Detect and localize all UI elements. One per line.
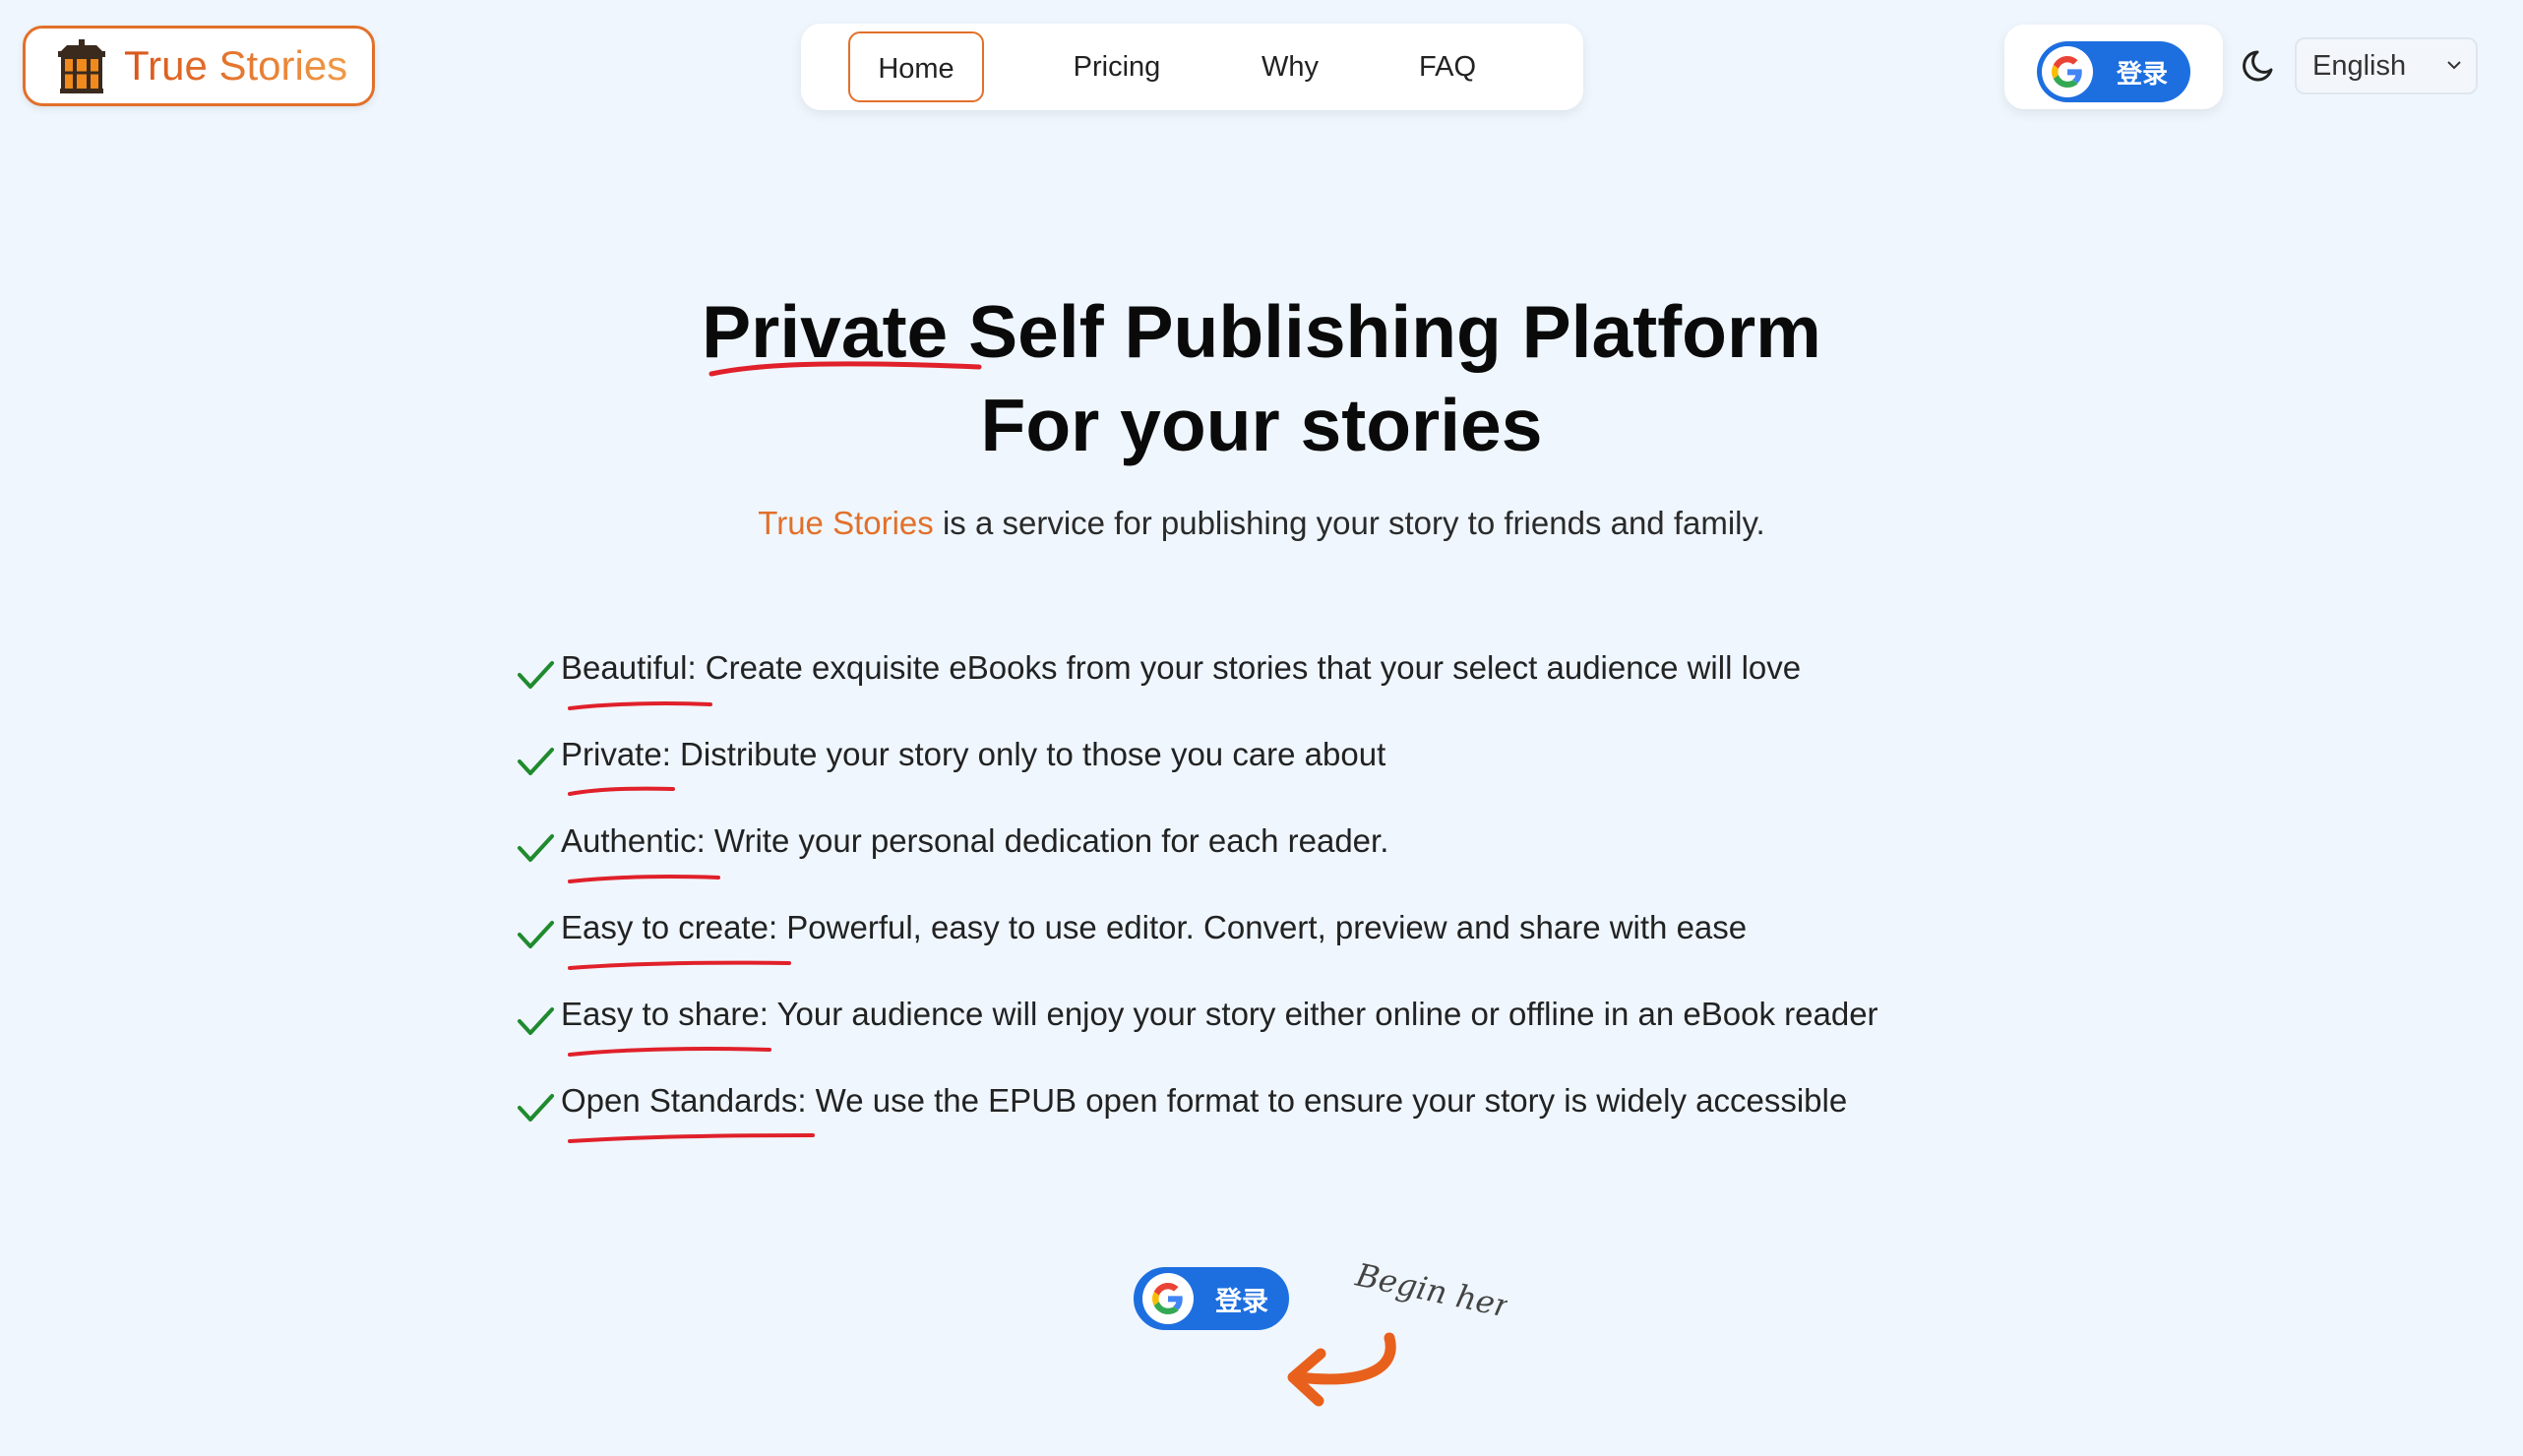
subtitle-brand: True Stories	[758, 505, 934, 541]
feature-title: Easy to create	[561, 909, 791, 970]
signin-label: 登录	[2117, 59, 2169, 90]
language-select[interactable]: English	[2295, 37, 2478, 94]
feature-list: Beautiful : Create exquisite eBooks from…	[516, 649, 2090, 1169]
signin-card: 登录	[2004, 25, 2223, 109]
hero-title-line2: For your stories	[980, 384, 1543, 466]
nav-pricing[interactable]: Pricing	[1043, 31, 1191, 102]
feature-title-text: Open Standards	[561, 1082, 798, 1119]
feature-underline	[568, 786, 675, 796]
feature-item: Authentic : Write your personal dedicati…	[516, 822, 2090, 909]
language-value: English	[2312, 50, 2407, 82]
brand-name: True Stories	[124, 42, 348, 89]
feature-text: : Your audience will enjoy your story ei…	[759, 996, 1878, 1032]
hero-subtitle: True Stories is a service for publishing…	[0, 505, 2523, 542]
feature-title: Beautiful	[561, 649, 712, 710]
brand-logo[interactable]: True Stories	[23, 26, 375, 106]
feature-title: Private	[561, 736, 675, 796]
feature-item: Private : Distribute your story only to …	[516, 736, 2090, 822]
check-icon	[518, 748, 554, 775]
check-icon	[518, 921, 554, 948]
google-signin-button[interactable]: 登录	[2037, 41, 2190, 102]
nav-faq[interactable]: FAQ	[1403, 31, 1492, 102]
feature-item: Beautiful : Create exquisite eBooks from…	[516, 649, 2090, 736]
feature-underline	[568, 960, 791, 970]
cta-google-signin-button[interactable]: 登录	[1134, 1267, 1289, 1330]
subtitle-text: is a service for publishing your story t…	[933, 505, 1765, 541]
cta-signin-label: 登录	[1215, 1286, 1268, 1317]
check-icon	[518, 1094, 554, 1122]
title-highlight-wrap: Private	[702, 285, 982, 378]
feature-title-text: Beautiful	[561, 649, 688, 686]
feature-underline	[568, 875, 720, 883]
check-icon	[518, 661, 554, 689]
feature-item: Easy to create : Powerful, easy to use e…	[516, 909, 2090, 996]
feature-title-text: Easy to create	[561, 909, 769, 945]
begin-here-text: Begin here	[1352, 1259, 1508, 1328]
feature-item: Easy to share : Your audience will enjoy…	[516, 996, 2090, 1082]
nav-why[interactable]: Why	[1236, 31, 1344, 102]
chevron-down-icon	[2447, 61, 2461, 70]
feature-text: : We use the EPUB open format to ensure …	[797, 1082, 1848, 1119]
google-icon	[1142, 1273, 1194, 1324]
feature-title: Open Standards	[561, 1082, 815, 1143]
feature-title-text: Private	[561, 736, 662, 772]
feature-title: Authentic	[561, 822, 720, 883]
feature-underline	[568, 701, 712, 710]
check-icon	[518, 1007, 554, 1035]
hero-title: Private Self Publishing Platform	[0, 285, 2523, 378]
feature-text: : Distribute your story only to those yo…	[661, 736, 1386, 772]
check-icon	[518, 834, 554, 862]
feature-text: : Write your personal dedication for eac…	[696, 822, 1389, 859]
feature-title: Easy to share	[561, 996, 771, 1057]
main-nav: Home Pricing Why FAQ	[801, 24, 1583, 110]
feature-item: Open Standards : We use the EPUB open fo…	[516, 1082, 2090, 1169]
nav-home[interactable]: Home	[848, 31, 984, 102]
begin-here-hint: Begin here	[1352, 1259, 1508, 1328]
title-rest: Self Publishing Platform	[948, 290, 1821, 373]
google-icon	[2042, 46, 2093, 97]
lantern-icon	[58, 39, 105, 93]
feature-title-text: Easy to share	[561, 996, 760, 1032]
feature-text: : Create exquisite eBooks from your stor…	[687, 649, 1802, 686]
curved-arrow-icon	[1287, 1332, 1396, 1407]
feature-underline	[568, 1047, 771, 1057]
feature-text: : Powerful, easy to use editor. Convert,…	[768, 909, 1748, 945]
feature-underline	[568, 1133, 815, 1143]
feature-title-text: Authentic	[561, 822, 697, 859]
moon-icon[interactable]	[2242, 46, 2279, 84]
